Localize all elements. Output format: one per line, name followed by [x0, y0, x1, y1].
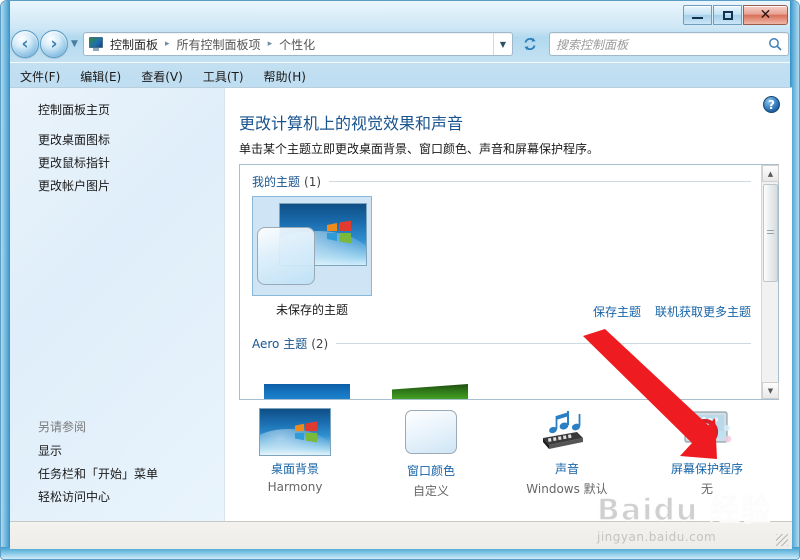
windows-logo-icon	[327, 220, 351, 244]
scrollbar-grip-icon	[767, 230, 774, 236]
control-panel-monitor-icon	[88, 36, 105, 52]
sidebar-item-display[interactable]: 显示	[10, 439, 225, 462]
forward-button[interactable]: ›	[40, 30, 68, 58]
breadcrumb-separator-icon: ▸	[267, 39, 273, 49]
sidebar-item-control-panel-home[interactable]: 控制面板主页	[10, 88, 224, 128]
help-icon[interactable]: ?	[763, 96, 780, 113]
client-area: 控制面板主页 更改桌面图标 更改鼠标指针 更改帐户图片 另请参阅 显示 任务栏和…	[10, 87, 792, 521]
forward-arrow-icon: ›	[50, 33, 58, 54]
theme-list-box[interactable]: 我的主题 (1) 未保存的主题 保存主题 联机获取更多主题 Aero 主题 (2…	[239, 164, 779, 400]
scroll-up-arrow-icon: ▲	[767, 169, 774, 178]
close-icon: ✕	[759, 7, 772, 23]
setting-screen-saver[interactable]: 屏幕保护程序 无	[637, 408, 777, 497]
theme-list-scrollbar[interactable]: ▲ ▼	[761, 165, 779, 399]
breadcrumb-item-2[interactable]: 个性化	[277, 36, 317, 53]
theme-thumbnail-wrap	[252, 196, 372, 296]
page-subtitle: 单击某个主题立即更改桌面背景、窗口颜色、声音和屏幕保护程序。	[239, 142, 600, 156]
window-color-icon	[395, 410, 467, 458]
theme-group-count: (2)	[311, 336, 329, 351]
setting-label[interactable]: 桌面背景	[225, 460, 365, 477]
recent-pages-button[interactable]: ▼	[71, 39, 78, 49]
theme-row: 未保存的主题	[240, 190, 761, 318]
aero-theme-thumbnail[interactable]	[392, 384, 468, 399]
theme-group-label: Aero 主题	[252, 337, 308, 351]
setting-sounds[interactable]: 声音 Windows 默认	[497, 408, 637, 497]
setting-value: 无	[700, 482, 713, 496]
minimize-icon	[692, 17, 703, 19]
setting-label[interactable]: 声音	[497, 460, 637, 477]
chevron-down-icon: ▼	[499, 39, 507, 49]
aero-theme-row	[240, 384, 468, 399]
setting-value: Windows 默认	[526, 482, 608, 496]
theme-item-unsaved[interactable]: 未保存的主题	[252, 196, 372, 318]
breadcrumb-separator-icon: ▸	[165, 39, 170, 49]
theme-group-header-my-themes: 我的主题 (1)	[240, 165, 761, 190]
sidebar-item-ease-of-access-center[interactable]: 轻松访问中心	[10, 485, 225, 508]
refresh-icon	[524, 37, 536, 51]
search-box[interactable]: 搜索控制面板	[549, 32, 789, 56]
minimize-button[interactable]	[683, 5, 712, 25]
sound-icon	[531, 408, 603, 456]
address-bar[interactable]: 控制面板 ▸ 所有控制面板项 ▸ 个性化 ▼	[83, 32, 513, 56]
theme-group-header-aero-themes: Aero 主题 (2)	[240, 327, 761, 352]
search-input[interactable]: 搜索控制面板	[556, 36, 768, 53]
navigation-bar: ‹ › ▼ 控制面板 ▸ 所有控制面板项 ▸ 个性化 ▼ 搜索控制面板	[1, 29, 799, 63]
see-also-section: 另请参阅 显示 任务栏和「开始」菜单 轻松访问中心	[10, 418, 225, 508]
content-pane: ? 更改计算机上的视觉效果和声音 单击某个主题立即更改桌面背景、窗口颜色、声音和…	[225, 88, 792, 521]
explorer-window: ✕ ‹ › ▼ 控制面板 ▸ 所有控制面板项 ▸ 个性化 ▼ 搜索控制面板 文件…	[0, 0, 800, 560]
menu-view[interactable]: 查看(V)	[131, 66, 193, 87]
navigation-pane: 控制面板主页 更改桌面图标 更改鼠标指针 更改帐户图片 另请参阅 显示 任务栏和…	[10, 88, 225, 521]
theme-group-label: 我的主题	[252, 175, 301, 189]
back-arrow-icon: ‹	[21, 33, 29, 54]
setting-label[interactable]: 窗口颜色	[361, 462, 501, 479]
personalization-settings-strip: 桌面背景 Harmony 窗口颜色 自定义 声音 Windows 默认 屏幕保护…	[225, 404, 792, 521]
desktop-background-icon	[259, 408, 331, 456]
window-border-left	[1, 1, 10, 559]
theme-group-count: (1)	[304, 174, 322, 189]
windows-logo-icon	[295, 421, 317, 443]
sidebar-item-change-account-picture[interactable]: 更改帐户图片	[10, 174, 224, 197]
screensaver-disabled-icon	[671, 408, 743, 456]
breadcrumb-item-1[interactable]: 所有控制面板项	[175, 36, 263, 53]
theme-window-overlay	[257, 227, 315, 285]
menu-bar: 文件(F) 编辑(E) 查看(V) 工具(T) 帮助(H)	[10, 65, 792, 87]
setting-value: 自定义	[412, 484, 449, 498]
theme-list-viewport: 我的主题 (1) 未保存的主题 保存主题 联机获取更多主题 Aero 主题 (2…	[240, 165, 761, 399]
sidebar-item-taskbar-and-start-menu[interactable]: 任务栏和「开始」菜单	[10, 462, 225, 485]
setting-window-color[interactable]: 窗口颜色 自定义	[361, 408, 501, 499]
scroll-up-button[interactable]: ▲	[762, 165, 779, 182]
scrollbar-thumb[interactable]	[763, 184, 778, 282]
sidebar-item-change-mouse-pointers[interactable]: 更改鼠标指针	[10, 151, 224, 174]
caption-button-group: ✕	[683, 5, 788, 25]
group-divider	[336, 343, 751, 344]
page-title: 更改计算机上的视觉效果和声音	[239, 114, 464, 133]
setting-label[interactable]: 屏幕保护程序	[637, 460, 777, 477]
menu-edit[interactable]: 编辑(E)	[70, 66, 131, 87]
group-divider	[329, 181, 751, 182]
resize-grip-icon[interactable]	[776, 534, 788, 546]
theme-name: 未保存的主题	[275, 303, 348, 317]
menu-tools[interactable]: 工具(T)	[193, 66, 254, 87]
close-button[interactable]: ✕	[743, 5, 788, 25]
sidebar-item-change-desktop-icons[interactable]: 更改桌面图标	[10, 128, 224, 151]
setting-value: Harmony	[267, 480, 323, 494]
address-dropdown-button[interactable]: ▼	[493, 33, 512, 55]
refresh-button[interactable]	[518, 32, 542, 56]
aero-theme-thumbnail[interactable]	[264, 384, 350, 399]
scroll-down-arrow-icon: ▼	[767, 386, 774, 395]
menu-file[interactable]: 文件(F)	[10, 66, 70, 87]
breadcrumb-item-0[interactable]: 控制面板	[108, 36, 160, 53]
search-icon	[769, 38, 782, 51]
maximize-button[interactable]	[713, 5, 742, 25]
back-button[interactable]: ‹	[11, 30, 39, 58]
maximize-icon	[722, 10, 733, 20]
see-also-title: 另请参阅	[38, 420, 87, 434]
setting-desktop-background[interactable]: 桌面背景 Harmony	[225, 408, 365, 494]
menu-help[interactable]: 帮助(H)	[254, 66, 316, 87]
scroll-down-button[interactable]: ▼	[762, 382, 779, 399]
status-bar	[10, 521, 792, 549]
